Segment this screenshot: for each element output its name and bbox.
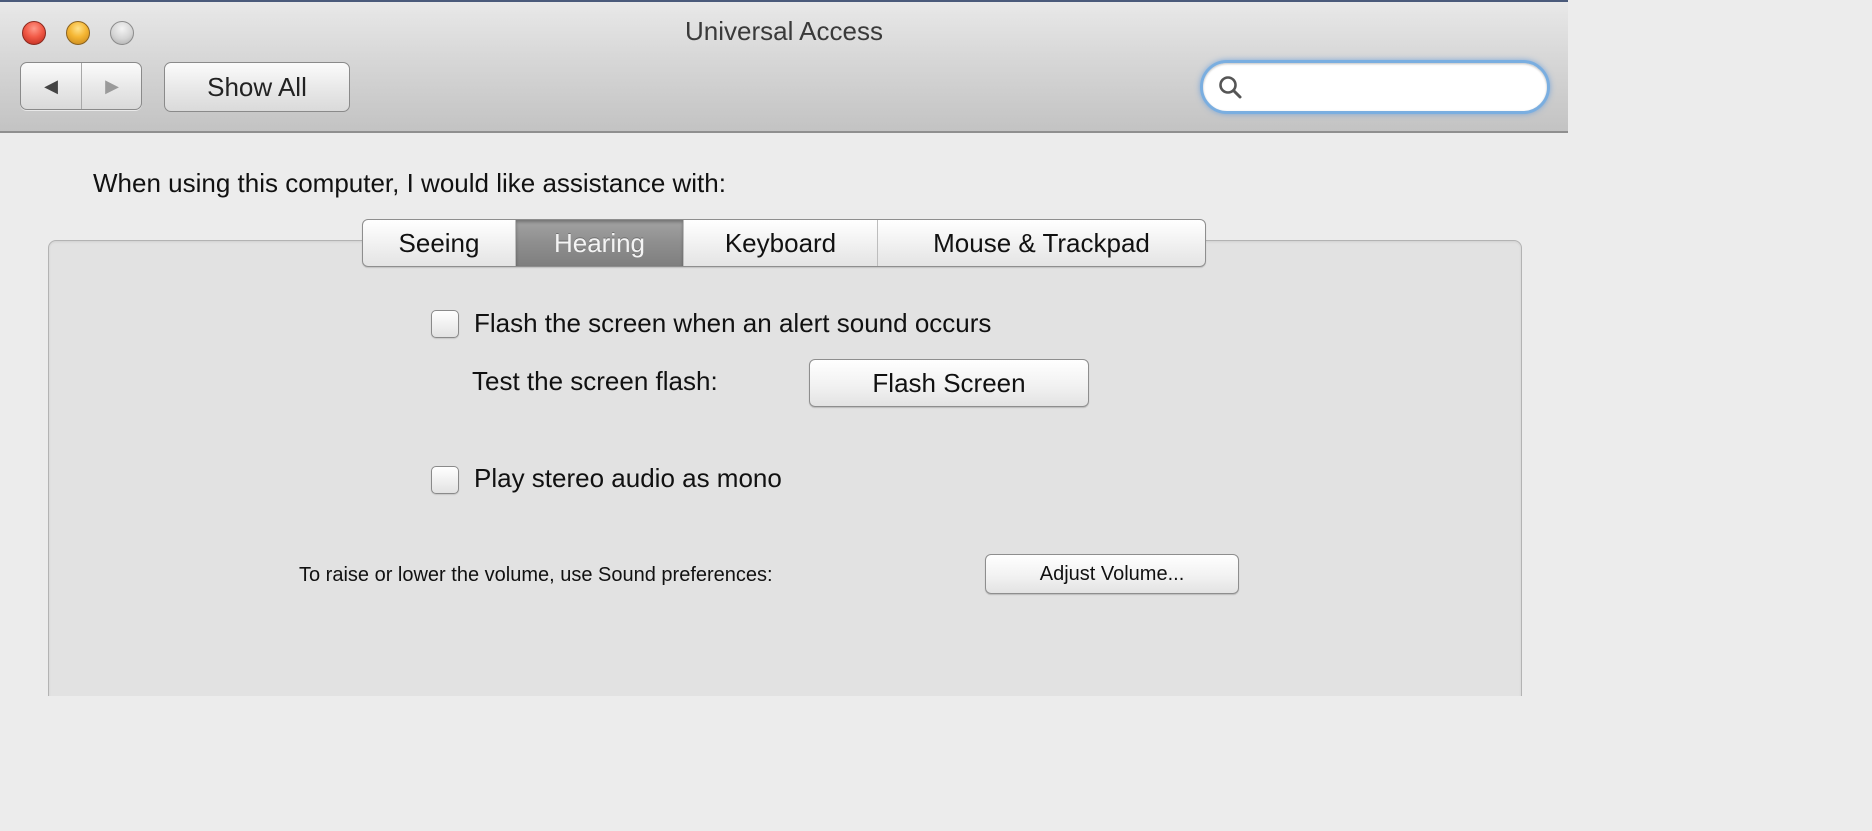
title-toolbar-bar: Universal Access ◀ ▶ Show All xyxy=(0,0,1568,133)
back-button[interactable]: ◀ xyxy=(21,63,82,109)
test-flash-label: Test the screen flash: xyxy=(472,366,718,396)
right-triangle-icon: ▶ xyxy=(105,75,119,96)
search-input[interactable] xyxy=(1251,71,1535,105)
tab-keyboard[interactable]: Keyboard xyxy=(684,220,878,266)
show-all-button[interactable]: Show All xyxy=(164,62,350,112)
tab-hearing[interactable]: Hearing xyxy=(516,220,684,266)
window-title: Universal Access xyxy=(685,16,883,46)
search-field[interactable] xyxy=(1200,60,1550,114)
mono-audio-checkbox-label[interactable]: Play stereo audio as mono xyxy=(474,463,782,494)
flash-screen-button[interactable]: Flash Screen xyxy=(809,359,1089,407)
adjust-volume-button[interactable]: Adjust Volume... xyxy=(985,554,1239,594)
assistance-prompt: When using this computer, I would like a… xyxy=(93,168,726,198)
tab-mouse-trackpad[interactable]: Mouse & Trackpad xyxy=(878,220,1205,266)
volume-hint-label: To raise or lower the volume, use Sound … xyxy=(299,564,773,586)
back-forward-control: ◀ ▶ xyxy=(20,62,142,110)
search-icon xyxy=(1219,76,1242,99)
category-tabs: Seeing Hearing Keyboard Mouse & Trackpad xyxy=(362,219,1206,267)
mono-audio-checkbox[interactable] xyxy=(431,466,459,494)
flash-screen-checkbox-label[interactable]: Flash the screen when an alert sound occ… xyxy=(474,308,991,339)
left-triangle-icon: ◀ xyxy=(44,75,58,96)
tab-seeing[interactable]: Seeing xyxy=(363,220,516,266)
universal-access-window: Universal Access ◀ ▶ Show All When using… xyxy=(0,0,1568,696)
flash-screen-checkbox[interactable] xyxy=(431,310,459,338)
forward-button[interactable]: ▶ xyxy=(82,63,142,109)
